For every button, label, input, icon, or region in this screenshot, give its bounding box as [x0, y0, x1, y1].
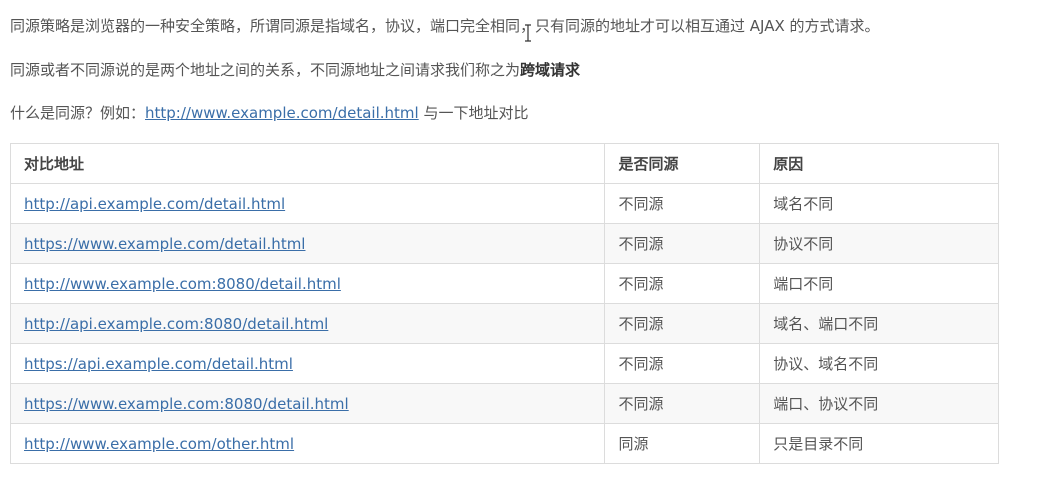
table-row: http://www.example.com/other.html 同源 只是目…: [9, 423, 999, 464]
compare-url-link[interactable]: http://www.example.com/other.html: [24, 435, 294, 453]
compare-url-link[interactable]: http://api.example.com:8080/detail.html: [24, 315, 328, 333]
compare-url-link[interactable]: http://www.example.com:8080/detail.html: [24, 275, 341, 293]
reason-cell: 只是目录不同: [759, 423, 999, 464]
same-origin-cell: 不同源: [604, 383, 761, 424]
url-cell: http://api.example.com:8080/detail.html: [9, 303, 606, 344]
same-origin-cell: 同源: [604, 423, 761, 464]
compare-url-link[interactable]: https://www.example.com/detail.html: [24, 235, 305, 253]
table-row: https://www.example.com:8080/detail.html…: [9, 383, 999, 424]
intro-paragraph-3: 什么是同源？例如：http://www.example.com/detail.h…: [10, 103, 528, 123]
same-origin-comparison-table: 对比地址 是否同源 原因 http://api.example.com/deta…: [9, 143, 999, 464]
reason-cell: 端口不同: [759, 263, 999, 304]
same-origin-cell: 不同源: [604, 223, 761, 264]
same-origin-cell: 不同源: [604, 263, 761, 304]
reason-cell: 域名不同: [759, 183, 999, 224]
intro-paragraph-1: 同源策略是浏览器的一种安全策略，所谓同源是指域名，协议，端口完全相同，只有同源的…: [10, 16, 880, 36]
table-row: http://api.example.com/detail.html 不同源 域…: [9, 183, 999, 224]
reason-cell: 域名、端口不同: [759, 303, 999, 344]
table-row: https://api.example.com/detail.html 不同源 …: [9, 343, 999, 384]
text-cursor-icon: [525, 24, 531, 42]
example-origin-link[interactable]: http://www.example.com/detail.html: [145, 104, 419, 122]
url-cell: http://www.example.com:8080/detail.html: [9, 263, 606, 304]
same-origin-cell: 不同源: [604, 303, 761, 344]
compare-url-link[interactable]: https://www.example.com:8080/detail.html: [24, 395, 349, 413]
url-cell: http://www.example.com/other.html: [9, 423, 606, 464]
intro-line-3-prefix: 什么是同源？例如：: [10, 104, 146, 122]
intro-paragraph-2: 同源或者不同源说的是两个地址之间的关系，不同源地址之间请求我们称之为跨域请求: [10, 60, 580, 80]
url-cell: https://www.example.com:8080/detail.html: [9, 383, 606, 424]
header-reason: 原因: [759, 143, 999, 184]
header-is-same-origin: 是否同源: [604, 143, 761, 184]
url-cell: https://api.example.com/detail.html: [9, 343, 606, 384]
url-cell: https://www.example.com/detail.html: [9, 223, 606, 264]
header-compare-address: 对比地址: [9, 143, 606, 184]
cross-origin-term: 跨域请求: [520, 61, 581, 79]
url-cell: http://api.example.com/detail.html: [9, 183, 606, 224]
table-row: http://api.example.com:8080/detail.html …: [9, 303, 999, 344]
reason-cell: 端口、协议不同: [759, 383, 999, 424]
reason-cell: 协议不同: [759, 223, 999, 264]
table-row: https://www.example.com/detail.html 不同源 …: [9, 223, 999, 264]
same-origin-cell: 不同源: [604, 343, 761, 384]
compare-url-link[interactable]: http://api.example.com/detail.html: [24, 195, 285, 213]
reason-cell: 协议、域名不同: [759, 343, 999, 384]
table-row: http://www.example.com:8080/detail.html …: [9, 263, 999, 304]
table-header-row: 对比地址 是否同源 原因: [9, 143, 999, 184]
compare-url-link[interactable]: https://api.example.com/detail.html: [24, 355, 293, 373]
intro-line-3-suffix: 与一下地址对比: [418, 104, 529, 122]
intro-line-1-text: 同源策略是浏览器的一种安全策略，所谓同源是指域名，协议，端口完全相同，只有同源的…: [10, 17, 880, 35]
same-origin-cell: 不同源: [604, 183, 761, 224]
intro-line-2-text: 同源或者不同源说的是两个地址之间的关系，不同源地址之间请求我们称之为: [10, 61, 521, 79]
